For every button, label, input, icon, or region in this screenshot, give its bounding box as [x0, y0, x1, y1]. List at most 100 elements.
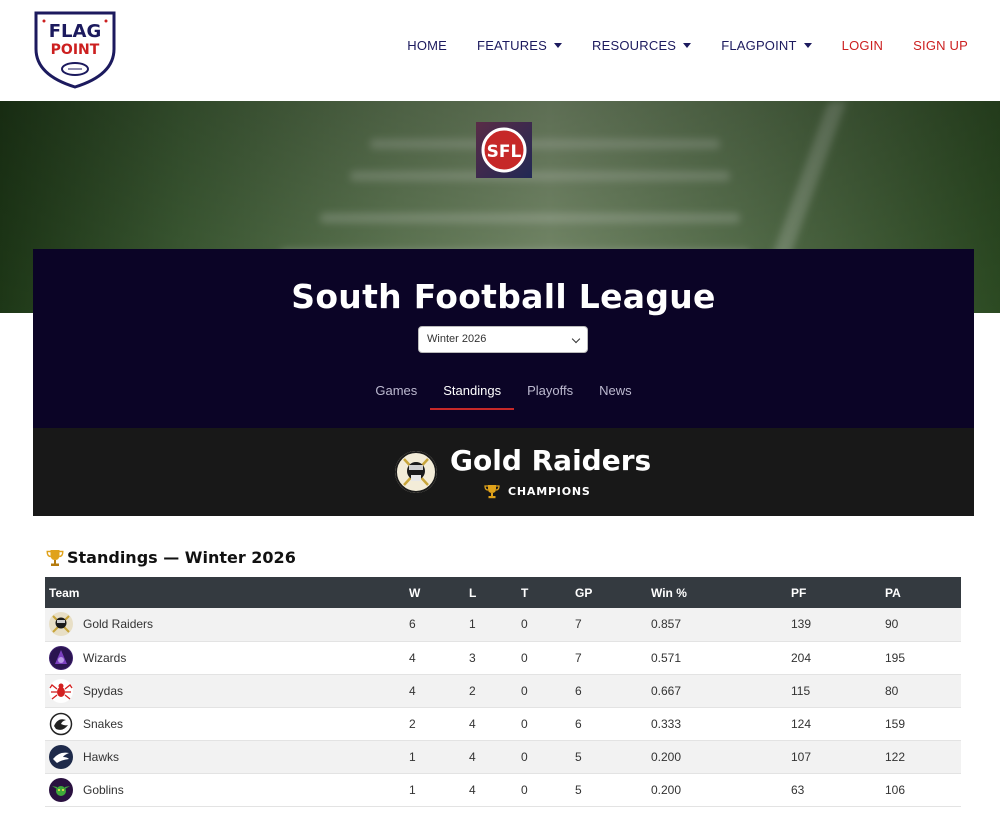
goblins-logo-icon: [49, 777, 73, 802]
cell-gp: 7: [575, 617, 582, 632]
champion-badge: CHAMPIONS: [484, 484, 591, 499]
table-header-row: Team W L T GP Win % PF PA: [45, 577, 961, 608]
cell-w: 6: [409, 617, 416, 632]
league-title: South Football League: [291, 277, 716, 316]
season-select-value: Winter 2026: [427, 333, 487, 345]
table-row[interactable]: Spydas 4 2 0 6 0.667 115 80: [45, 674, 961, 707]
champion-badge-label: CHAMPIONS: [508, 485, 591, 498]
cell-l: 4: [469, 716, 476, 731]
table-row[interactable]: Goblins 1 4 0 5 0.200 63 106: [45, 773, 961, 806]
cell-w: 1: [409, 782, 416, 797]
gold-raiders-logo-icon: [395, 451, 437, 493]
cell-pa: 122: [885, 749, 906, 764]
nav-home-link[interactable]: HOME: [407, 38, 447, 53]
champion-team-name: Gold Raiders: [450, 444, 652, 477]
cell-gp: 6: [575, 683, 582, 698]
season-select[interactable]: Winter 2026: [418, 326, 588, 353]
league-banner: South Football League Winter 2026 Games …: [33, 249, 974, 428]
col-header-w[interactable]: W: [405, 577, 465, 608]
tab-news[interactable]: News: [586, 376, 645, 410]
league-logo: SFL: [476, 122, 532, 178]
cell-t: 0: [521, 716, 528, 731]
nav-resources-dropdown[interactable]: RESOURCES: [592, 38, 692, 53]
col-header-win-pct[interactable]: Win %: [647, 577, 787, 608]
cell-w: 4: [409, 650, 416, 665]
cell-win-pct: 0.200: [651, 782, 682, 797]
nav-flagpoint-label: FLAGPOINT: [721, 38, 797, 53]
cell-t: 0: [521, 782, 528, 797]
nav-menu: HOME FEATURES RESOURCES FLAGPOINT LOGIN …: [377, 38, 968, 53]
nav-signup-label: SIGN UP: [913, 38, 968, 53]
col-header-team[interactable]: Team: [45, 577, 405, 608]
cell-pa: 159: [885, 716, 906, 731]
cell-win-pct: 0.667: [651, 683, 682, 698]
cell-gp: 7: [575, 650, 582, 665]
caret-down-icon: [683, 43, 692, 48]
nav-login-label: LOGIN: [841, 38, 884, 53]
cell-w: 4: [409, 683, 416, 698]
col-header-pa[interactable]: PA: [881, 577, 961, 608]
chevron-down-icon: [571, 334, 581, 344]
table-row[interactable]: Hawks 1 4 0 5 0.200 107 122: [45, 740, 961, 773]
nav-flagpoint-dropdown[interactable]: FLAGPOINT: [721, 38, 812, 53]
champion-banner: Gold Raiders CHAMPIONS: [33, 428, 974, 516]
team-name[interactable]: Goblins: [83, 783, 124, 797]
col-header-l[interactable]: L: [465, 577, 517, 608]
tab-games[interactable]: Games: [362, 376, 430, 410]
nav-resources-label: RESOURCES: [592, 38, 677, 53]
trophy-icon: [46, 549, 64, 566]
cell-w: 2: [409, 716, 416, 731]
cell-pf: 63: [791, 782, 805, 797]
team-name[interactable]: Snakes: [83, 717, 123, 731]
nav-signup-link[interactable]: SIGN UP: [913, 38, 968, 53]
table-row[interactable]: Wizards 4 3 0 7 0.571 204 195: [45, 641, 961, 674]
snakes-logo-icon: [49, 711, 73, 736]
hawks-logo-icon: [49, 744, 73, 769]
table-row[interactable]: Gold Raiders 6 1 0 7 0.857 139 90: [45, 608, 961, 641]
standings-table: Team W L T GP Win % PF PA Gold Raiders 6…: [45, 577, 961, 807]
cell-pf: 115: [791, 683, 811, 698]
spydas-logo-icon: [49, 678, 73, 703]
logo-text-line2: POINT: [51, 42, 100, 58]
flagpoint-logo[interactable]: FLAG POINT: [32, 9, 118, 89]
col-header-t[interactable]: T: [517, 577, 571, 608]
table-row[interactable]: Snakes 2 4 0 6 0.333 124 159: [45, 707, 961, 740]
cell-pf: 107: [791, 749, 812, 764]
standings-title: Standings — Winter 2026: [67, 548, 296, 567]
logo-text-line1: FLAG: [49, 21, 101, 42]
cell-l: 2: [469, 683, 476, 698]
cell-pa: 106: [885, 782, 906, 797]
gold-raiders-logo-icon: [49, 612, 73, 637]
col-header-gp[interactable]: GP: [571, 577, 647, 608]
cell-pa: 90: [885, 617, 899, 632]
cell-t: 0: [521, 749, 528, 764]
team-name[interactable]: Wizards: [83, 651, 126, 665]
col-header-pf[interactable]: PF: [787, 577, 881, 608]
nav-home-label: HOME: [407, 38, 448, 53]
cell-pa: 195: [885, 650, 906, 665]
cell-l: 4: [469, 749, 476, 764]
cell-pf: 204: [791, 650, 812, 665]
nav-login-link[interactable]: LOGIN: [842, 38, 883, 53]
cell-gp: 5: [575, 782, 582, 797]
league-logo-text: SFL: [487, 142, 522, 162]
tab-standings[interactable]: Standings: [430, 376, 515, 410]
cell-w: 1: [409, 749, 416, 764]
cell-gp: 5: [575, 749, 582, 764]
cell-t: 0: [521, 617, 528, 632]
nav-features-label: FEATURES: [477, 38, 548, 53]
nav-features-dropdown[interactable]: FEATURES: [477, 38, 563, 53]
team-name[interactable]: Hawks: [83, 750, 119, 764]
tab-playoffs[interactable]: Playoffs: [514, 376, 586, 410]
cell-pf: 124: [791, 716, 812, 731]
league-tabs: Games Standings Playoffs News: [33, 376, 974, 410]
caret-down-icon: [803, 43, 812, 48]
cell-l: 1: [469, 617, 476, 632]
cell-l: 3: [469, 650, 476, 665]
cell-t: 0: [521, 683, 528, 698]
standings-heading: Standings — Winter 2026: [46, 548, 296, 567]
team-name[interactable]: Gold Raiders: [83, 617, 153, 631]
cell-gp: 6: [575, 716, 582, 731]
team-name[interactable]: Spydas: [83, 684, 123, 698]
caret-down-icon: [554, 43, 563, 48]
